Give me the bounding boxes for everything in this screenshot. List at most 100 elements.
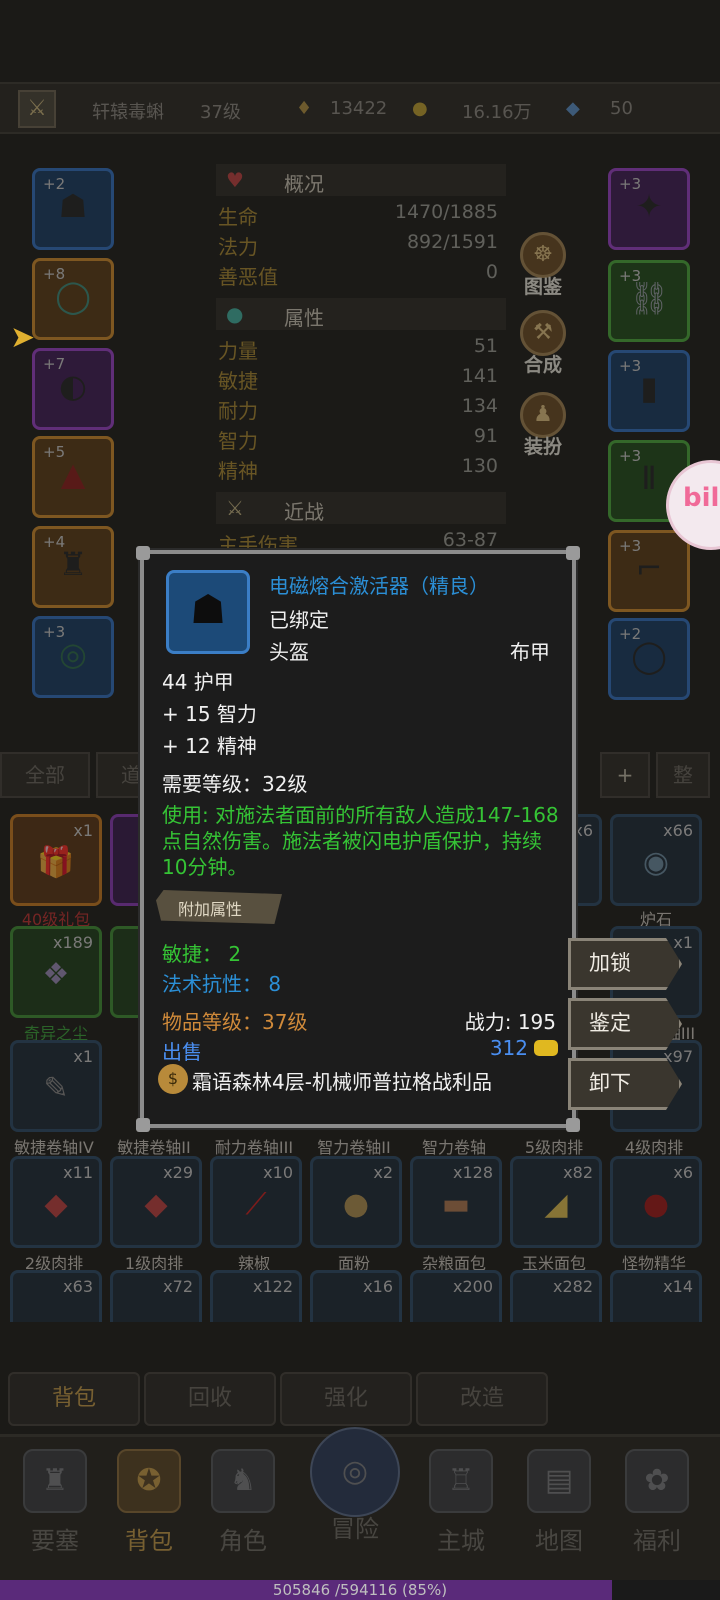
add-button[interactable]: +: [600, 752, 650, 798]
item-armor: 44 护甲: [162, 670, 234, 694]
inventory-item[interactable]: x128 ▬: [410, 1156, 502, 1248]
item-label: 4级肉排: [624, 1138, 684, 1157]
inventory-item[interactable]: x63: [10, 1270, 102, 1322]
inventory-mode-tabs: 背包 回收 强化 改造: [0, 1372, 720, 1428]
item-count: x282: [552, 1277, 593, 1296]
inventory-item[interactable]: x6 ●: [610, 1156, 702, 1248]
nav-backpack[interactable]: ✪ 背包: [104, 1441, 194, 1573]
outfit-button[interactable]: ♟ 装扮: [514, 392, 572, 460]
bracer-icon: ▮: [640, 369, 658, 407]
inventory-item[interactable]: x10 ⟋: [210, 1156, 302, 1248]
item-count: x82: [563, 1163, 593, 1182]
inventory-item[interactable]: x14: [610, 1270, 702, 1322]
stat-value: 0: [485, 261, 498, 283]
inventory-item[interactable]: x200: [410, 1270, 502, 1322]
codex-button[interactable]: ☸ 图鉴: [514, 232, 572, 300]
equip-slot-ring[interactable]: +3 ◎: [32, 616, 114, 698]
tab-backpack[interactable]: 背包: [8, 1372, 140, 1426]
outfit-label: 装扮: [523, 436, 562, 458]
inventory-item[interactable]: x72: [110, 1270, 202, 1322]
stat-label: 生命: [218, 205, 258, 229]
inventory-item[interactable]: x66 ◉: [610, 814, 702, 906]
item-source: 霜语森林4层-机械师普拉格战利品: [192, 1070, 492, 1094]
item-count: x72: [163, 1277, 193, 1296]
item-count: x189: [52, 933, 93, 952]
nav-map[interactable]: ▤ 地图: [514, 1441, 604, 1573]
player-name: 轩辕毒蝌: [92, 102, 164, 123]
nav-label: 背包: [125, 1527, 173, 1555]
nav-label: 冒险: [331, 1515, 379, 1543]
equip-slot-neck[interactable]: +8 ◯: [32, 258, 114, 340]
equip-slot-wrist[interactable]: +3 ▮: [608, 350, 690, 432]
inventory-item[interactable]: x122: [210, 1270, 302, 1322]
fortress-icon: ♜: [23, 1449, 87, 1513]
tab-modify[interactable]: 改造: [416, 1372, 548, 1426]
section-melee[interactable]: ⚔ 近战: [216, 492, 506, 524]
craft-button[interactable]: ⚒ 合成: [514, 310, 572, 378]
dust-icon: ❖: [42, 957, 70, 992]
equip-slot-chest[interactable]: +4 ♜: [32, 526, 114, 608]
stat-label: 敏捷: [218, 369, 258, 393]
equip-slot-head[interactable]: +2 ☗: [32, 168, 114, 250]
item-count: x16: [363, 1277, 393, 1296]
equip-slot-waist[interactable]: +3 ⛓: [608, 260, 690, 342]
codex-label: 图鉴: [523, 276, 562, 298]
gold-icon: ●: [412, 98, 428, 119]
inventory-item[interactable]: x29 ◆: [110, 1156, 202, 1248]
category-all[interactable]: 全部: [0, 752, 90, 798]
nav-fortress[interactable]: ♜ 要塞: [10, 1441, 100, 1573]
gift-bag-icon: ✿: [625, 1449, 689, 1513]
inventory-item[interactable]: x1 ✎: [10, 1040, 102, 1132]
item-count: x1: [73, 821, 93, 840]
equip-slot-shoulder[interactable]: +7 ◐: [32, 348, 114, 430]
game-screen: ⚔ 轩辕毒蝌 37级 ♦ 13422 ● 16.16万 ◆ 50 +2 ☗ +8…: [0, 0, 720, 1600]
nav-character[interactable]: ♞ 角色: [198, 1441, 288, 1573]
portal-icon: ◎: [310, 1427, 400, 1517]
lock-button[interactable]: 加锁: [568, 938, 682, 990]
item-bonus-int: + 15 智力: [162, 702, 257, 726]
inventory-item[interactable]: x189 ❖: [10, 926, 102, 1018]
class-emblem-icon[interactable]: ⚔: [18, 90, 56, 128]
item-label: 敏捷卷轴II: [117, 1138, 191, 1157]
stat-row: 善恶值 0: [216, 258, 506, 289]
inventory-item[interactable]: x82 ◢: [510, 1156, 602, 1248]
item-count: x63: [63, 1277, 93, 1296]
nav-welfare[interactable]: ✿ 福利: [612, 1441, 702, 1573]
inventory-item[interactable]: x1 🎁: [10, 814, 102, 906]
tab-recycle[interactable]: 回收: [144, 1372, 276, 1426]
sort-button[interactable]: 整: [656, 752, 710, 798]
inventory-item[interactable]: x2 ●: [310, 1156, 402, 1248]
stat-label: 善恶值: [218, 265, 278, 289]
ring-icon: ◯: [631, 637, 667, 675]
inventory-item[interactable]: x16: [310, 1270, 402, 1322]
nav-main-city[interactable]: ♖ 主城: [416, 1441, 506, 1573]
character-stats-panel: ♥ 概况 生命 1470/1885 法力 892/1591 善恶值 0 ● 属性 力量…: [216, 164, 506, 557]
experience-text: 505846 /594116 (85%): [272, 1581, 448, 1599]
unequip-button[interactable]: 卸下: [568, 1058, 682, 1110]
meat-icon: ◆: [44, 1187, 68, 1222]
gold-coin-icon: [534, 1040, 558, 1056]
item-count: x128: [452, 1163, 493, 1182]
equip-slot-weapon[interactable]: +3 ✦: [608, 168, 690, 250]
section-overview[interactable]: ♥ 概况: [216, 164, 506, 196]
honor-icon: ♦: [296, 98, 313, 119]
item-slot: 头盔: [269, 640, 309, 664]
inventory-item[interactable]: x282: [510, 1270, 602, 1322]
experience-bar: 505846 /594116 (85%): [0, 1580, 720, 1600]
section-title: 属性: [284, 306, 324, 330]
necklace-icon: ◯: [55, 277, 91, 315]
chest-armor-icon: ♜: [58, 545, 88, 583]
gift-icon: 🎁: [37, 845, 75, 880]
tab-enhance[interactable]: 强化: [280, 1372, 412, 1426]
nav-adventure[interactable]: ◎ 冒险: [300, 1427, 410, 1573]
section-attributes[interactable]: ● 属性: [216, 298, 506, 330]
item-count: x66: [663, 821, 693, 840]
equip-slot-ring-2[interactable]: +2 ◯: [608, 618, 690, 700]
appraise-button[interactable]: 鉴定: [568, 998, 682, 1050]
extra-agility: 敏捷： 2: [162, 942, 242, 966]
stat-row: 敏捷 141: [216, 362, 506, 393]
equip-slot-feet[interactable]: +3 ⌐: [608, 530, 690, 612]
equip-slot-cloak[interactable]: +5 ▲: [32, 436, 114, 518]
extra-attributes-title: 附加属性: [178, 900, 243, 919]
inventory-item[interactable]: x11 ◆: [10, 1156, 102, 1248]
